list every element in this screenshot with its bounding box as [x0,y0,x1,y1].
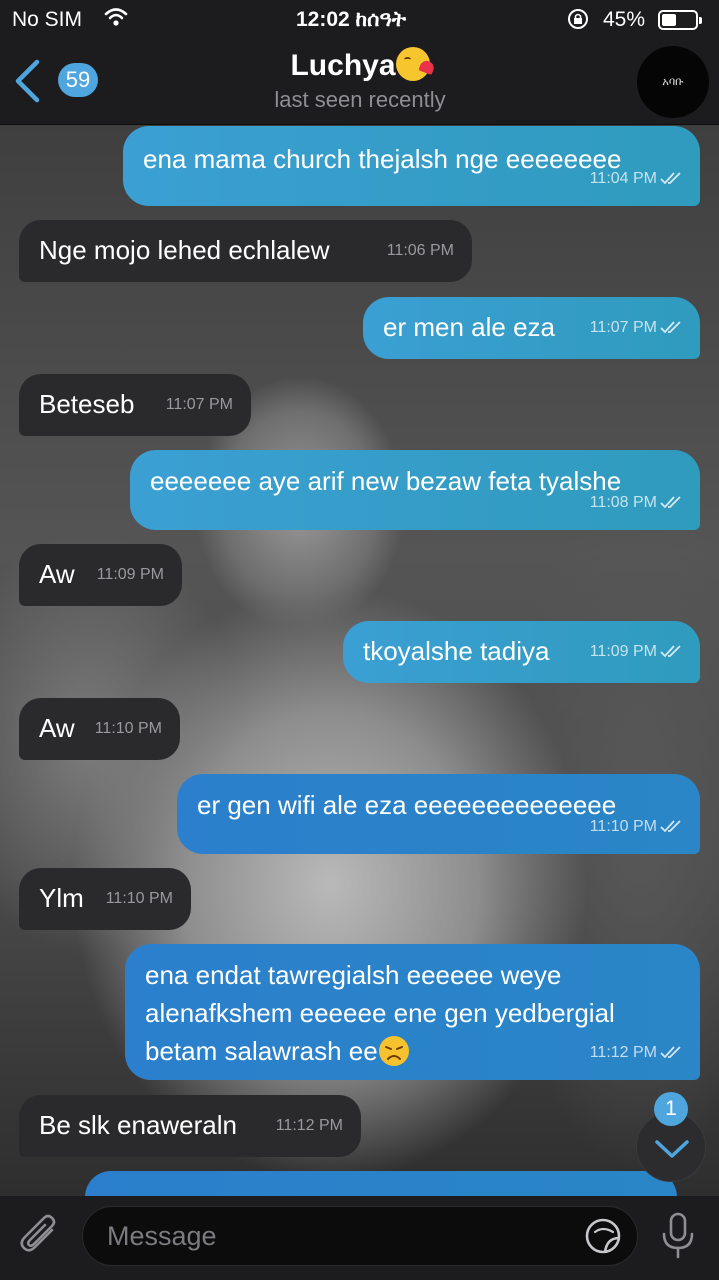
carrier-label: No SIM [12,8,83,31]
last-seen-status: last seen recently [274,87,446,112]
message-time: 11:10 PM [589,818,657,835]
message-incoming[interactable]: Aw 11:10 PM [19,698,180,760]
message-meta: 11:08 PM [590,484,682,522]
battery-fill [662,14,676,26]
sticker-button[interactable] [583,1216,623,1256]
voice-record-button[interactable] [658,1210,698,1262]
message-input[interactable] [82,1206,638,1266]
attach-button[interactable] [18,1212,64,1260]
double-check-icon [660,820,681,833]
avatar-logo-text: አባቡ [662,76,684,88]
unread-messages-badge: 1 [654,1092,688,1126]
message-outgoing[interactable]: ena mama church thejalsh nge eeeeeeee 11… [123,126,700,206]
battery-nub [699,17,702,24]
chat-header: 59 Luchya last seen recently አባቡ [0,40,719,125]
double-check-icon [660,172,681,185]
message-outgoing[interactable]: ena endat tawregialsh eeeeee weye alenaf… [125,944,700,1080]
message-time: 11:10 PM [94,720,162,737]
message-incoming[interactable]: Ylm 11:10 PM [19,868,191,930]
message-time: 11:12 PM [589,1044,657,1061]
message-list[interactable]: ena mama church thejalsh nge eeeeeeee 11… [0,124,719,1196]
message-time: 11:08 PM [589,494,657,511]
back-chevron-icon [15,59,40,103]
wifi-icon [104,6,128,34]
message-outgoing-partial[interactable] [85,1171,677,1196]
contact-name: Luchya [290,49,396,82]
sticker-icon [585,1218,621,1254]
message-line-1: ena endat tawregialsh eeeeee weye [145,960,562,990]
avatar[interactable]: አባቡ [637,46,709,118]
message-incoming[interactable]: Aw 11:09 PM [19,544,182,606]
double-check-icon [660,645,681,658]
status-bar: No SIM 12:02 ከሰዓት 45% [0,0,719,40]
disappointed-face-icon [378,1036,409,1066]
message-meta: 11:10 PM [590,808,682,846]
battery-icon [658,10,702,30]
message-outgoing[interactable]: er gen wifi ale eza eeeeeeeeeeeeee 11:10… [177,774,700,854]
message-incoming[interactable]: Beteseb 11:07 PM [19,374,251,436]
message-time: 11:12 PM [275,1117,343,1134]
message-outgoing[interactable]: tkoyalshe tadiya 11:09 PM [343,621,700,683]
message-meta: 11:04 PM [590,160,682,198]
message-incoming[interactable]: Be slk enaweraln 11:12 PM [19,1095,361,1157]
contact-name-row: Luchya [200,46,520,86]
input-bar [0,1196,719,1280]
double-check-icon [660,496,681,509]
message-time: 11:07 PM [165,396,233,413]
message-time: 11:10 PM [105,890,173,907]
chat-title[interactable]: Luchya last seen recently [200,46,520,114]
message-outgoing[interactable]: er men ale eza 11:07 PM [363,297,700,359]
message-time: 11:09 PM [589,643,657,660]
message-incoming[interactable]: Nge mojo lehed echlalew 11:06 PM [19,220,472,282]
double-check-icon [660,321,681,334]
microphone-icon [662,1212,694,1259]
clock: 12:02 ከሰዓት [296,8,407,31]
message-meta: 11:09 PM [590,633,682,671]
message-meta: 11:07 PM [590,309,682,347]
message-time: 11:04 PM [589,170,657,187]
message-line-3: betam salawrash ee [145,1036,378,1066]
message-time: 11:06 PM [386,242,454,259]
message-meta: 11:12 PM [590,1034,682,1072]
lock-rotation-icon [566,7,590,37]
message-line-2: alenafkshem eeeeee ene gen yedbergial [145,998,615,1028]
kiss-emoji-icon [395,47,430,81]
message-outgoing[interactable]: eeeeeee aye arif new bezaw feta tyalshe … [130,450,700,530]
message-time: 11:09 PM [96,566,164,583]
unread-chats-badge: 59 [58,63,98,97]
message-time: 11:07 PM [589,319,657,336]
back-button[interactable]: 59 [12,54,112,110]
battery-percentage: 45% [603,8,646,31]
paperclip-icon [20,1214,56,1252]
double-check-icon [660,1046,681,1059]
